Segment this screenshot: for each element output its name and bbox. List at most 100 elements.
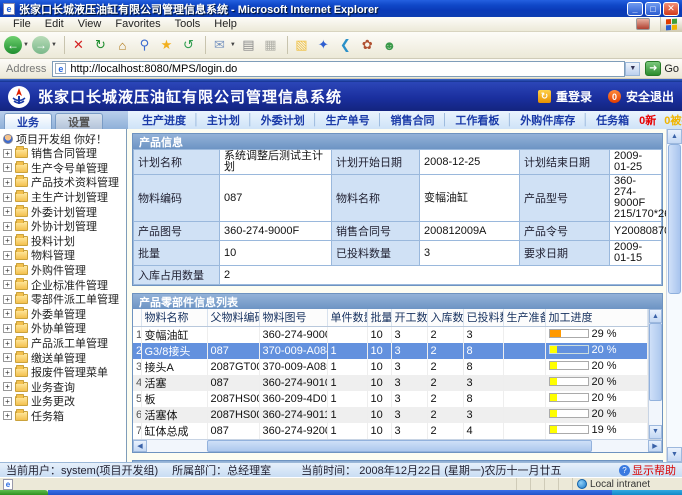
menu-item-favorites[interactable]: Favorites (108, 18, 167, 30)
sidebar-item-外协计划管理[interactable]: +外协计划管理 (2, 219, 126, 234)
parts-vertical-scrollbar[interactable]: ▲ ▼ (648, 309, 662, 439)
expand-icon[interactable]: + (3, 193, 12, 202)
expand-icon[interactable]: + (3, 149, 12, 158)
column-header-父物料编码[interactable]: 父物料编码 (207, 309, 259, 326)
toolbar-button-print[interactable]: ▤ (239, 36, 258, 55)
expand-icon[interactable]: + (3, 397, 12, 406)
nav-item-生产进度[interactable]: 生产进度 (142, 112, 186, 128)
chevron-down-icon[interactable]: ▼ (23, 42, 29, 48)
scroll-down-icon[interactable]: ▼ (649, 425, 662, 439)
toolbar-button-chat[interactable]: ❮ (336, 36, 355, 55)
toolbar-button-mail[interactable]: ✉▼ (210, 36, 236, 55)
expand-icon[interactable]: + (3, 295, 12, 304)
expand-icon[interactable]: + (3, 178, 12, 187)
sidebar-item-企业标准件管理[interactable]: +企业标准件管理 (2, 277, 126, 292)
sidebar-item-生产令号单管理[interactable]: +生产令号单管理 (2, 161, 126, 176)
sidebar-item-产品派工单管理[interactable]: +产品派工单管理 (2, 336, 126, 351)
toolbar-button-back[interactable]: ←▼ (4, 36, 29, 54)
sidebar-item-产品技术资料管理[interactable]: +产品技术资料管理 (2, 175, 126, 190)
table-row[interactable]: 5板2087HS002360-209-4D01011032820 % (133, 391, 648, 407)
column-header-开工数[interactable]: 开工数 (391, 309, 427, 326)
column-header-生产准备[interactable]: 生产准备 (503, 309, 545, 326)
page-vertical-scrollbar[interactable]: ▲ ▼ (666, 129, 682, 462)
nav-item-生产单号[interactable]: 生产单号 (326, 112, 370, 128)
sidebar-item-零部件派工单管理[interactable]: +零部件派工单管理 (2, 292, 126, 307)
expand-icon[interactable]: + (3, 309, 12, 318)
scrollbar-thumb[interactable] (649, 323, 662, 401)
sidebar-item-投料计划[interactable]: +投料计划 (2, 234, 126, 249)
address-url[interactable]: http://localhost:8080/MPS/login.do (70, 63, 622, 75)
sidebar-item-销售合同管理[interactable]: +销售合同管理 (2, 146, 126, 161)
parts-horizontal-scrollbar[interactable]: ◀ ▶ (133, 439, 662, 452)
column-header-加工进度[interactable]: 加工进度 (545, 309, 648, 326)
sidebar-item-外协单管理[interactable]: +外协单管理 (2, 321, 126, 336)
scroll-down-icon[interactable]: ▼ (667, 447, 682, 462)
toolbar-button-home[interactable]: ⌂ (113, 36, 132, 55)
relogin-button[interactable]: ↻ 重登录 (538, 88, 592, 105)
sidebar-item-物料管理[interactable]: +物料管理 (2, 248, 126, 263)
expand-icon[interactable]: + (3, 251, 12, 260)
scrollbar-thumb[interactable] (207, 440, 592, 452)
expand-icon[interactable]: + (3, 163, 12, 172)
scroll-right-icon[interactable]: ▶ (648, 440, 662, 452)
logout-button[interactable]: 0 安全退出 (608, 88, 674, 105)
menu-item-tools[interactable]: Tools (168, 18, 208, 30)
sidebar-item-主生产计划管理[interactable]: +主生产计划管理 (2, 190, 126, 205)
chevron-down-icon[interactable]: ▼ (230, 42, 236, 48)
sidebar-item-业务更改[interactable]: +业务更改 (2, 394, 126, 409)
expand-icon[interactable]: + (3, 222, 12, 231)
tab-业务[interactable]: 业务 (4, 113, 52, 129)
addon-tool-icon[interactable] (636, 18, 650, 30)
sidebar-item-报废件管理菜单[interactable]: +报废件管理菜单 (2, 365, 126, 380)
table-row[interactable]: 3接头A2087GT002370-009-A085011032820 % (133, 359, 648, 375)
go-button[interactable]: ➜ Go (645, 61, 679, 76)
column-header-入库数[interactable]: 入库数 (427, 309, 463, 326)
nav-item-外购件库存[interactable]: 外购件库存 (520, 112, 575, 128)
tab-设置[interactable]: 设置 (55, 113, 103, 129)
nav-item-销售合同[interactable]: 销售合同 (391, 112, 435, 128)
expand-icon[interactable]: + (3, 324, 12, 333)
start-button[interactable] (0, 490, 48, 495)
sidebar-item-外购件管理[interactable]: +外购件管理 (2, 263, 126, 278)
table-row[interactable]: 1变幅油缸360-274-9000F1032329 % (133, 326, 648, 343)
scroll-left-icon[interactable]: ◀ (133, 440, 147, 452)
show-help-link[interactable]: ? 显示帮助 (619, 462, 676, 477)
expand-icon[interactable]: + (3, 411, 12, 420)
table-row[interactable]: 7缸体总成087360-274-9200F11032419 % (133, 423, 648, 439)
sidebar-item-外委计划管理[interactable]: +外委计划管理 (2, 204, 126, 219)
nav-item-任务箱[interactable]: 任务箱 (596, 112, 629, 128)
close-button[interactable]: ✕ (663, 2, 679, 16)
toolbar-button-person[interactable]: ☻ (380, 36, 399, 55)
menu-item-view[interactable]: View (71, 18, 109, 30)
sidebar-item-外委单管理[interactable]: +外委单管理 (2, 307, 126, 322)
table-row[interactable]: 4活塞087360-274-9010F11032320 % (133, 375, 648, 391)
expand-icon[interactable]: + (3, 236, 12, 245)
scroll-up-icon[interactable]: ▲ (649, 309, 662, 323)
menu-item-help[interactable]: Help (207, 18, 244, 30)
toolbar-button-notes[interactable]: ▧ (292, 36, 311, 55)
column-header-单件数量[interactable]: 单件数量 (327, 309, 367, 326)
toolbar-button-research[interactable]: ✿ (358, 36, 377, 55)
table-row[interactable]: 6活塞体2087HS002360-274-9011W11032320 % (133, 407, 648, 423)
address-field[interactable]: e http://localhost:8080/MPS/login.do (52, 61, 625, 77)
toolbar-button-forward[interactable]: →▼ (32, 36, 57, 54)
scrollbar-thumb[interactable] (668, 144, 681, 294)
toolbar-button-history[interactable]: ↺ (179, 36, 198, 55)
toolbar-button-search[interactable]: ⚲ (135, 36, 154, 55)
maximize-button[interactable]: □ (645, 2, 661, 16)
toolbar-button-favorites[interactable]: ★ (157, 36, 176, 55)
scroll-up-icon[interactable]: ▲ (667, 129, 682, 144)
nav-item-外委计划[interactable]: 外委计划 (261, 112, 305, 128)
column-header-物料名称[interactable]: 物料名称 (141, 309, 207, 326)
sidebar-item-任务箱[interactable]: +任务箱 (2, 409, 126, 424)
menu-item-edit[interactable]: Edit (38, 18, 71, 30)
toolbar-button-edit[interactable]: ▦ (261, 36, 280, 55)
minimize-button[interactable]: _ (627, 2, 643, 16)
toolbar-button-refresh[interactable]: ↻ (91, 36, 110, 55)
expand-icon[interactable]: + (3, 339, 12, 348)
toolbar-button-messenger[interactable]: ✦ (314, 36, 333, 55)
expand-icon[interactable]: + (3, 368, 12, 377)
expand-icon[interactable]: + (3, 353, 12, 362)
address-dropdown-button[interactable]: ▼ (625, 62, 640, 76)
expand-icon[interactable]: + (3, 266, 12, 275)
